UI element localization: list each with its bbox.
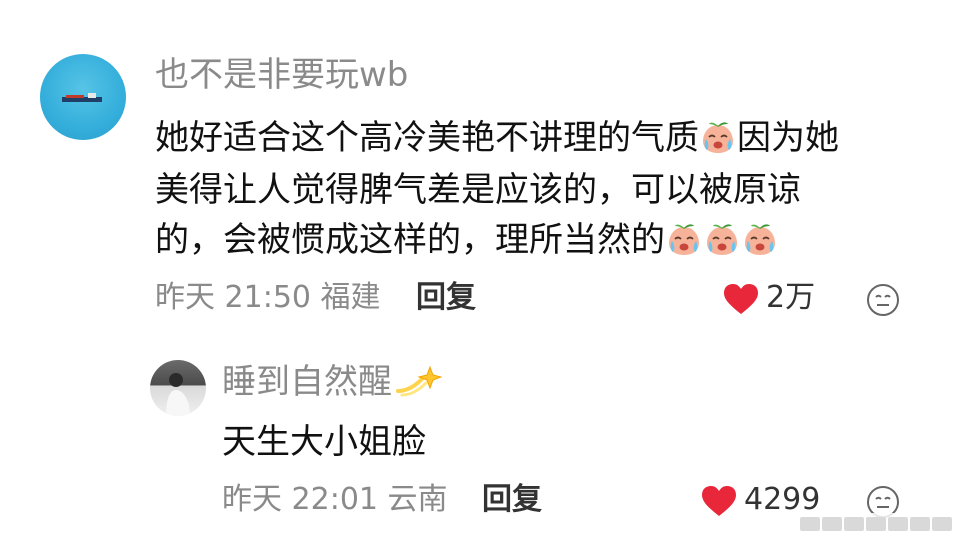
reply-meta: 昨天 22:01 云南 xyxy=(222,482,448,518)
comment-username[interactable]: 也不是非要玩wb xyxy=(155,55,408,95)
comment-location: 福建 xyxy=(320,280,381,315)
comment-text-line: 美得让人觉得脾气差是应该的，可以被原谅 xyxy=(155,170,801,210)
ship-icon xyxy=(62,93,102,102)
crying-peach-emoji-icon xyxy=(700,119,736,155)
reply-location: 云南 xyxy=(387,482,448,517)
crying-peach-emoji-icon xyxy=(742,221,778,257)
comment-text-line: 她好适合这个高冷美艳不讲理的气质 因为她 xyxy=(155,118,839,158)
like-count: 2万 xyxy=(766,280,816,315)
watermark xyxy=(774,513,952,535)
person-silhouette-icon xyxy=(166,373,190,416)
avatar[interactable] xyxy=(150,360,206,416)
crying-peach-emoji-icon xyxy=(704,221,740,257)
heart-icon[interactable] xyxy=(722,282,760,316)
comment-text-line: 的，会被惯成这样的，理所当然的 xyxy=(155,218,779,262)
reply-username-row: 睡到自然醒 xyxy=(222,362,442,402)
reply-button[interactable]: 回复 xyxy=(482,482,542,518)
reply-button[interactable]: 回复 xyxy=(416,280,476,316)
sparkle-star-emoji-icon xyxy=(396,365,442,397)
comment-meta: 昨天 21:50 福建 xyxy=(155,280,381,316)
avatar[interactable] xyxy=(40,54,126,140)
reply-username[interactable]: 睡到自然醒 xyxy=(222,362,392,402)
reply-text: 天生大小姐脸 xyxy=(222,422,426,462)
comment-time: 昨天 21:50 xyxy=(155,280,311,315)
heart-icon[interactable] xyxy=(700,484,738,518)
reply-time: 昨天 22:01 xyxy=(222,482,378,517)
smiley-face-icon[interactable] xyxy=(866,283,900,317)
crying-peach-emoji-icon xyxy=(666,221,702,257)
